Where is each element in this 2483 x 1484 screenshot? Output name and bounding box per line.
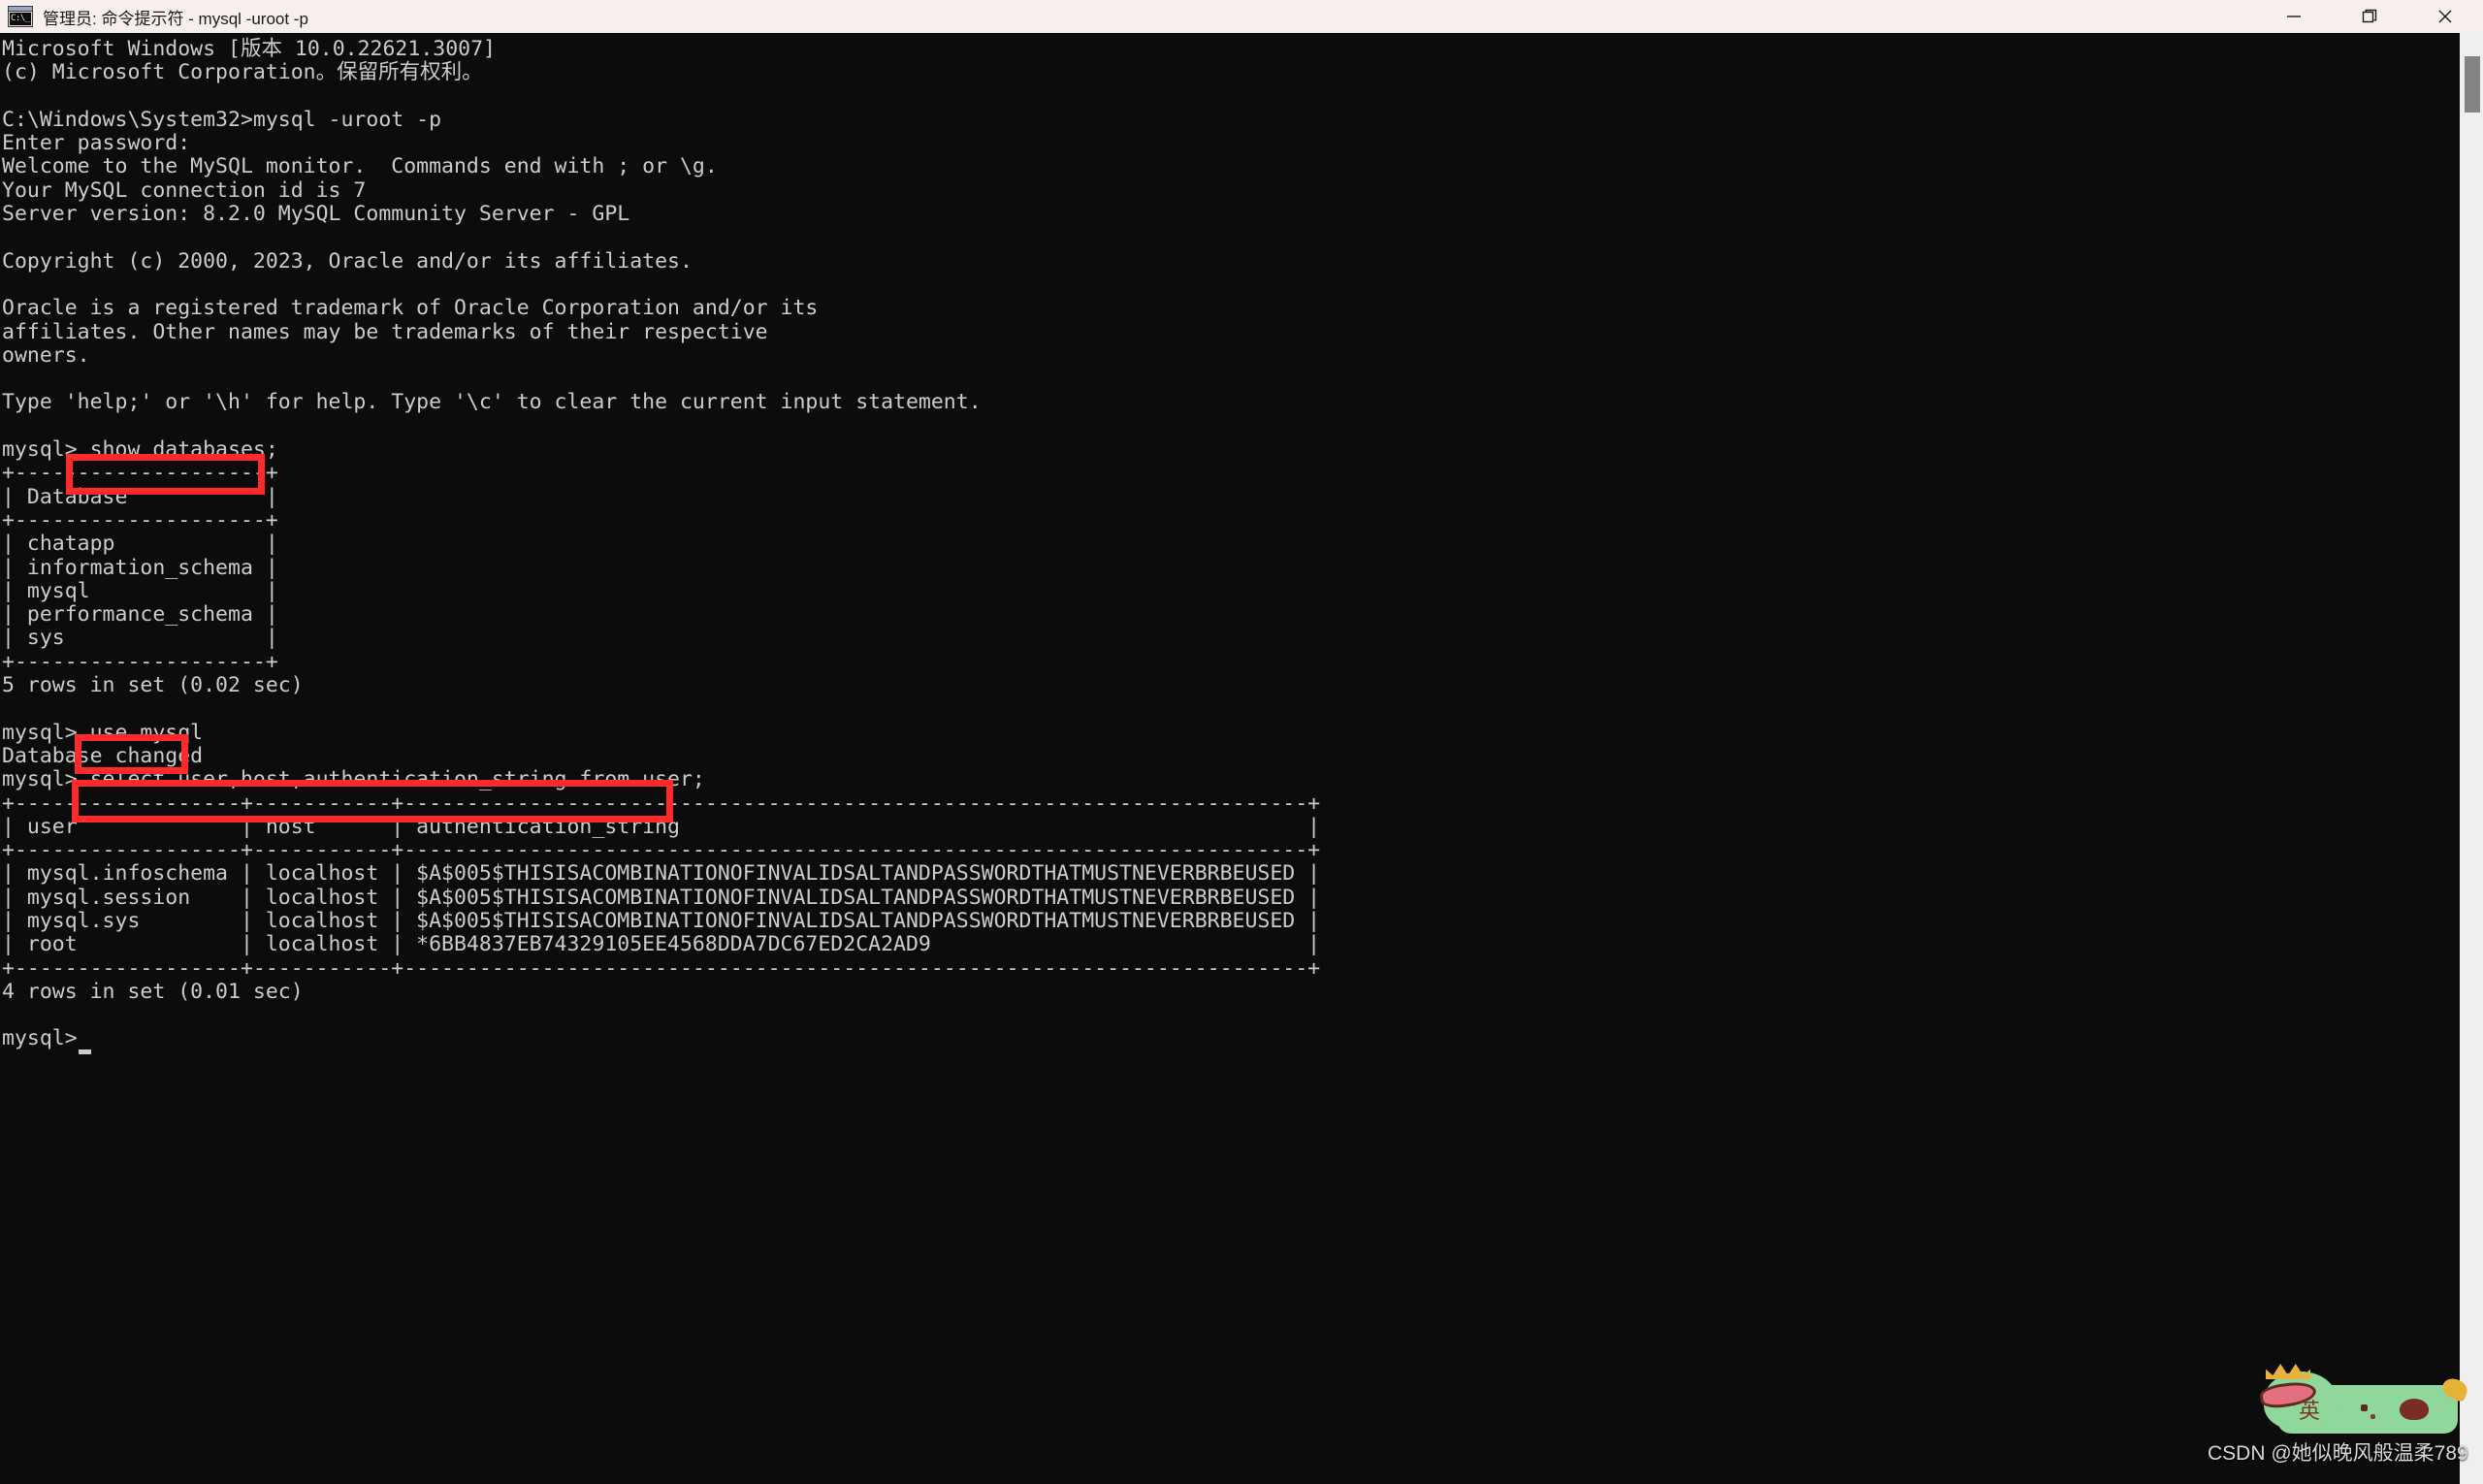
- scrollbar-thumb[interactable]: [2465, 56, 2480, 113]
- terminal-cursor: [79, 1049, 91, 1054]
- terminal-text: Microsoft Windows [版本 10.0.22621.3007] (…: [2, 37, 1321, 1051]
- close-button[interactable]: [2407, 0, 2483, 33]
- titlebar-left-group: C:\_ 管理员: 命令提示符 - mysql -uroot -p: [0, 5, 2256, 29]
- vertical-scrollbar[interactable]: [2460, 33, 2483, 1484]
- cmd-window: C:\_ 管理员: 命令提示符 - mysql -uroot -p Micros…: [0, 0, 2483, 1484]
- window-title: 管理员: 命令提示符 - mysql -uroot -p: [43, 9, 308, 28]
- cmd-icon: C:\_: [8, 6, 33, 27]
- maximize-button[interactable]: [2332, 0, 2407, 33]
- terminal-output-area[interactable]: Microsoft Windows [版本 10.0.22621.3007] (…: [0, 33, 2460, 1484]
- window-titlebar[interactable]: C:\_ 管理员: 命令提示符 - mysql -uroot -p: [0, 0, 2483, 33]
- window-controls: [2256, 0, 2483, 33]
- minimize-button[interactable]: [2256, 0, 2332, 33]
- cmd-icon-screen: C:\_: [10, 13, 31, 25]
- cmd-icon-bar: [9, 7, 32, 12]
